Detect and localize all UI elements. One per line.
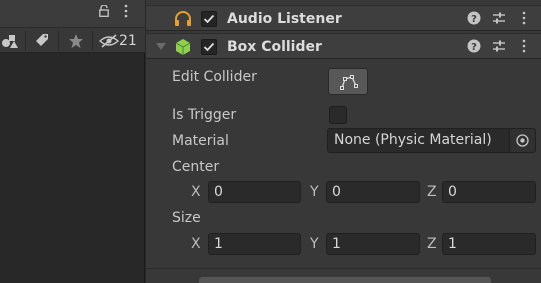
box-collider-enabled-checkbox[interactable] [201,39,217,55]
center-x-field[interactable]: 0 [208,181,301,203]
lock-icon[interactable] [99,5,109,17]
edit-collider-label: Edit Collider [172,69,257,85]
material-value: None (Physic Material) [334,132,492,148]
size-x-field[interactable]: 1 [208,233,301,255]
help-icon[interactable]: ? [467,11,481,25]
box-collider-icon [175,39,191,55]
edit-collider-button[interactable] [328,68,368,95]
size-label: Size [172,210,201,226]
size-y-label: Y [310,236,319,252]
audio-listener-title: Audio Listener [227,11,342,27]
audio-listener-header[interactable]: Audio Listener ? [146,5,541,31]
svg-text:?: ? [471,42,477,53]
hidden-packages-eye-icon[interactable] [99,33,119,49]
inspector-panel: Audio Listener ? Box Collider ? Edit Col… [146,0,541,283]
component-menu-icon[interactable] [521,11,527,25]
hidden-count: 21 [119,33,137,49]
size-y-field[interactable]: 1 [326,233,420,255]
material-object-field[interactable]: None (Physic Material) [327,128,536,153]
foldout-arrow-icon[interactable] [156,43,166,50]
target-picker-icon [516,134,529,147]
center-z-field[interactable]: 0 [442,181,536,203]
favorite-star-icon[interactable] [68,33,84,49]
audio-listener-enabled-checkbox[interactable] [201,11,217,27]
headphones-icon [175,11,191,26]
object-picker-button[interactable] [509,129,535,152]
center-y-label: Y [310,184,319,200]
filter-by-type-icon[interactable] [1,33,19,49]
presets-icon[interactable] [492,39,506,53]
center-z-label: Z [427,184,437,200]
project-panel-header [0,0,145,27]
add-component-button[interactable] [199,277,491,283]
component-menu-icon[interactable] [521,39,527,53]
box-collider-title: Box Collider [227,39,322,55]
svg-text:?: ? [471,14,477,25]
checkmark-icon [203,14,215,24]
size-x-label: X [191,236,201,252]
project-toolbar: 21 [0,27,145,53]
kebab-menu-icon[interactable] [123,4,129,18]
is-trigger-label: Is Trigger [172,107,237,123]
presets-icon[interactable] [492,11,506,25]
component-divider [146,268,541,269]
center-x-label: X [191,184,201,200]
center-y-field[interactable]: 0 [326,181,420,203]
edit-bounds-icon [340,75,358,90]
material-label: Material [172,133,229,149]
label-icon[interactable] [35,33,49,49]
checkmark-icon [203,42,215,52]
center-label: Center [172,159,220,175]
help-icon[interactable]: ? [467,39,481,53]
is-trigger-checkbox[interactable] [329,106,347,124]
size-z-field[interactable]: 1 [442,233,536,255]
box-collider-header[interactable]: Box Collider ? [146,33,541,59]
size-z-label: Z [427,236,437,252]
project-panel: 21 [0,0,145,283]
